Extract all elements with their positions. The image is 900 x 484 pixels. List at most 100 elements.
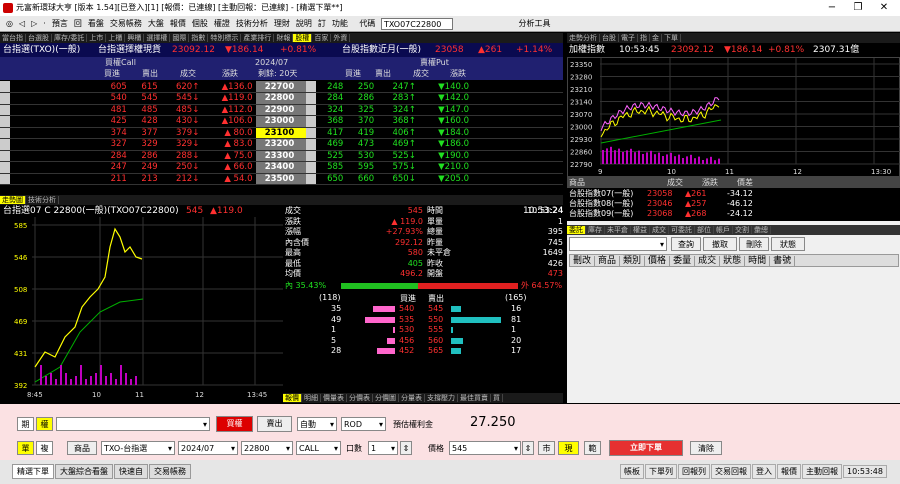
tab-item[interactable]: 下單 (662, 34, 681, 42)
put-checkbox[interactable] (306, 173, 317, 185)
call-bid[interactable]: 425 (100, 115, 131, 128)
status-tab[interactable]: 精選下單 (12, 464, 54, 479)
call-bid[interactable]: 374 (100, 127, 131, 139)
withdraw-button[interactable]: 撤取 (703, 237, 737, 251)
product-button[interactable]: 商品 (67, 441, 97, 455)
tab-item[interactable]: 彙總 (752, 226, 771, 234)
futures-button[interactable]: 期 (17, 417, 34, 431)
option-row[interactable]: 605 615 620↑ ▲136.0 22700 248 250 247↑ ▼140.0 (0, 81, 563, 93)
multi-button[interactable]: 複 (36, 441, 53, 455)
tab-item[interactable]: 電子 (619, 34, 638, 42)
strike-price[interactable]: 23400 (256, 161, 307, 174)
tab-item[interactable]: 指 (638, 34, 650, 42)
tab-item[interactable]: 庫存/委託 (52, 34, 88, 42)
tab-item[interactable]: 部位 (695, 226, 714, 234)
option-row[interactable]: 284 286 288↓ ▲ 75.0 23300 525 530 525↓ ▼190.0 (0, 150, 563, 162)
toolbar-item[interactable]: 預言 (49, 19, 71, 28)
tab-item[interactable]: 帳戶 (714, 226, 733, 234)
toolbar-item[interactable]: 看盤 (85, 19, 107, 28)
row-checkbox[interactable] (0, 127, 10, 139)
tab-item[interactable]: 走勢圖 (0, 196, 26, 204)
status-item[interactable]: 回報列 (678, 464, 710, 479)
callput-select[interactable]: CALL (296, 441, 341, 455)
row-checkbox[interactable] (0, 173, 10, 185)
delete-button[interactable]: 刪除 (739, 237, 769, 251)
tab-item[interactable]: 分價表 (347, 394, 373, 402)
quote-row[interactable]: 台股指數08(一般) 23046 ▲257 -46.12 (567, 199, 900, 209)
tab-item[interactable]: 價量表 (321, 394, 347, 402)
put-bid[interactable]: 585 (316, 161, 348, 174)
tab-item[interactable]: 報價 (283, 394, 302, 402)
option-row[interactable]: 540 545 545↓ ▲119.0 22800 284 286 283↑ ▼142.0 (0, 92, 563, 105)
toolbar-item[interactable]: 訂 (315, 19, 329, 28)
call-bid[interactable]: 284 (100, 150, 131, 162)
row-checkbox[interactable] (0, 161, 10, 174)
month-select[interactable]: 2024/07 (178, 441, 238, 455)
put-bid[interactable]: 650 (316, 173, 348, 185)
option-row[interactable]: 327 329 329↓ ▲ 83.0 23200 469 473 469↑ ▼186.0 (0, 138, 563, 151)
index-chart[interactable]: 23350 23280 23210 23140 23070 23000 22930 22860… (567, 57, 900, 177)
qty-stepper[interactable]: ⇕ (400, 441, 412, 455)
status-item[interactable]: 帳板 (620, 464, 644, 479)
call-ask[interactable]: 485 (130, 104, 162, 116)
toolbar-item[interactable]: ◎ (3, 19, 16, 28)
toolbar-item[interactable]: ◁ (16, 19, 28, 28)
toolbar-item[interactable]: 技術分析 (233, 19, 271, 28)
book-row[interactable]: 5 456 560 20 (283, 336, 563, 346)
option-row[interactable]: 211 213 212↓ ▲ 54.0 23500 650 660 650↓ ▼205.0 (0, 173, 563, 185)
status-tab[interactable]: 大盤綜合看盤 (55, 464, 113, 479)
account-select[interactable] (569, 237, 667, 251)
tab-item[interactable]: 分價圖 (373, 394, 399, 402)
tab-item[interactable]: 台股 (600, 34, 619, 42)
tab-item[interactable]: 可委託 (669, 226, 695, 234)
toolbar-item[interactable]: 功能 (329, 19, 351, 28)
tab-item[interactable]: 股權 (293, 34, 313, 42)
status-item[interactable]: 下單列 (645, 464, 677, 479)
toolbar-item[interactable]: 大盤 (145, 19, 167, 28)
market-button[interactable]: 市 (538, 441, 555, 455)
call-bid[interactable]: 540 (100, 92, 131, 105)
put-ask[interactable]: 660 (347, 173, 379, 185)
row-checkbox[interactable] (0, 92, 10, 105)
tab-item[interactable]: 上市 (87, 34, 107, 42)
toolbar-item[interactable]: 報價 (167, 19, 189, 28)
strike-price[interactable]: 22800 (256, 92, 307, 105)
put-ask[interactable]: 419 (347, 127, 379, 139)
tab-item[interactable]: 未平倉 (605, 226, 631, 234)
analysis-tools-menu[interactable]: 分析工具 (515, 19, 553, 28)
date-label[interactable]: 2024/07 (255, 57, 288, 68)
option-board-title[interactable]: 台指選(TXO)(一般) (3, 44, 80, 56)
toolbar-item[interactable]: 回 (71, 19, 85, 28)
single-button[interactable]: 單 (17, 441, 34, 455)
put-ask[interactable]: 370 (347, 115, 379, 128)
tab-item[interactable]: 買 (491, 394, 503, 402)
put-ask[interactable]: 325 (347, 104, 379, 116)
option-row[interactable]: 481 485 485↓ ▲112.0 22900 324 325 324↑ ▼147.0 (0, 104, 563, 116)
strike-price[interactable]: 23300 (256, 150, 307, 162)
call-ask[interactable]: 213 (130, 173, 162, 185)
status-button[interactable]: 狀態 (771, 237, 805, 251)
sell-button[interactable]: 賣出 (257, 416, 292, 432)
put-checkbox[interactable] (306, 138, 317, 151)
tab-item[interactable]: 金 (650, 34, 662, 42)
rod-select[interactable]: ROD (341, 417, 386, 431)
close-icon[interactable]: ✕ (872, 0, 896, 16)
row-checkbox[interactable] (0, 81, 10, 93)
put-bid[interactable]: 248 (316, 81, 348, 93)
put-checkbox[interactable] (306, 115, 317, 128)
put-ask[interactable]: 595 (347, 161, 379, 174)
toolbar-item[interactable]: · (40, 19, 49, 28)
minimize-icon[interactable]: − (820, 0, 844, 16)
toolbar-item[interactable]: 說明 (293, 19, 315, 28)
option-chart[interactable]: 585 546 508 469 431 392 8:45 10 11 12 13:45 (0, 217, 283, 402)
auto-select[interactable]: 自動 (297, 417, 337, 431)
book-row[interactable]: 49 535 550 81 (283, 315, 563, 325)
tab-item[interactable]: 庫存 (586, 226, 605, 234)
call-bid[interactable]: 247 (100, 161, 131, 174)
row-checkbox[interactable] (0, 104, 10, 116)
status-tab[interactable]: 快速自 (114, 464, 148, 479)
tab-item[interactable]: 財報 (274, 34, 294, 42)
tab-item[interactable]: 外資 (331, 34, 351, 42)
clear-button[interactable]: 清除 (690, 441, 722, 455)
tab-item[interactable]: 特別標示 (208, 34, 242, 42)
